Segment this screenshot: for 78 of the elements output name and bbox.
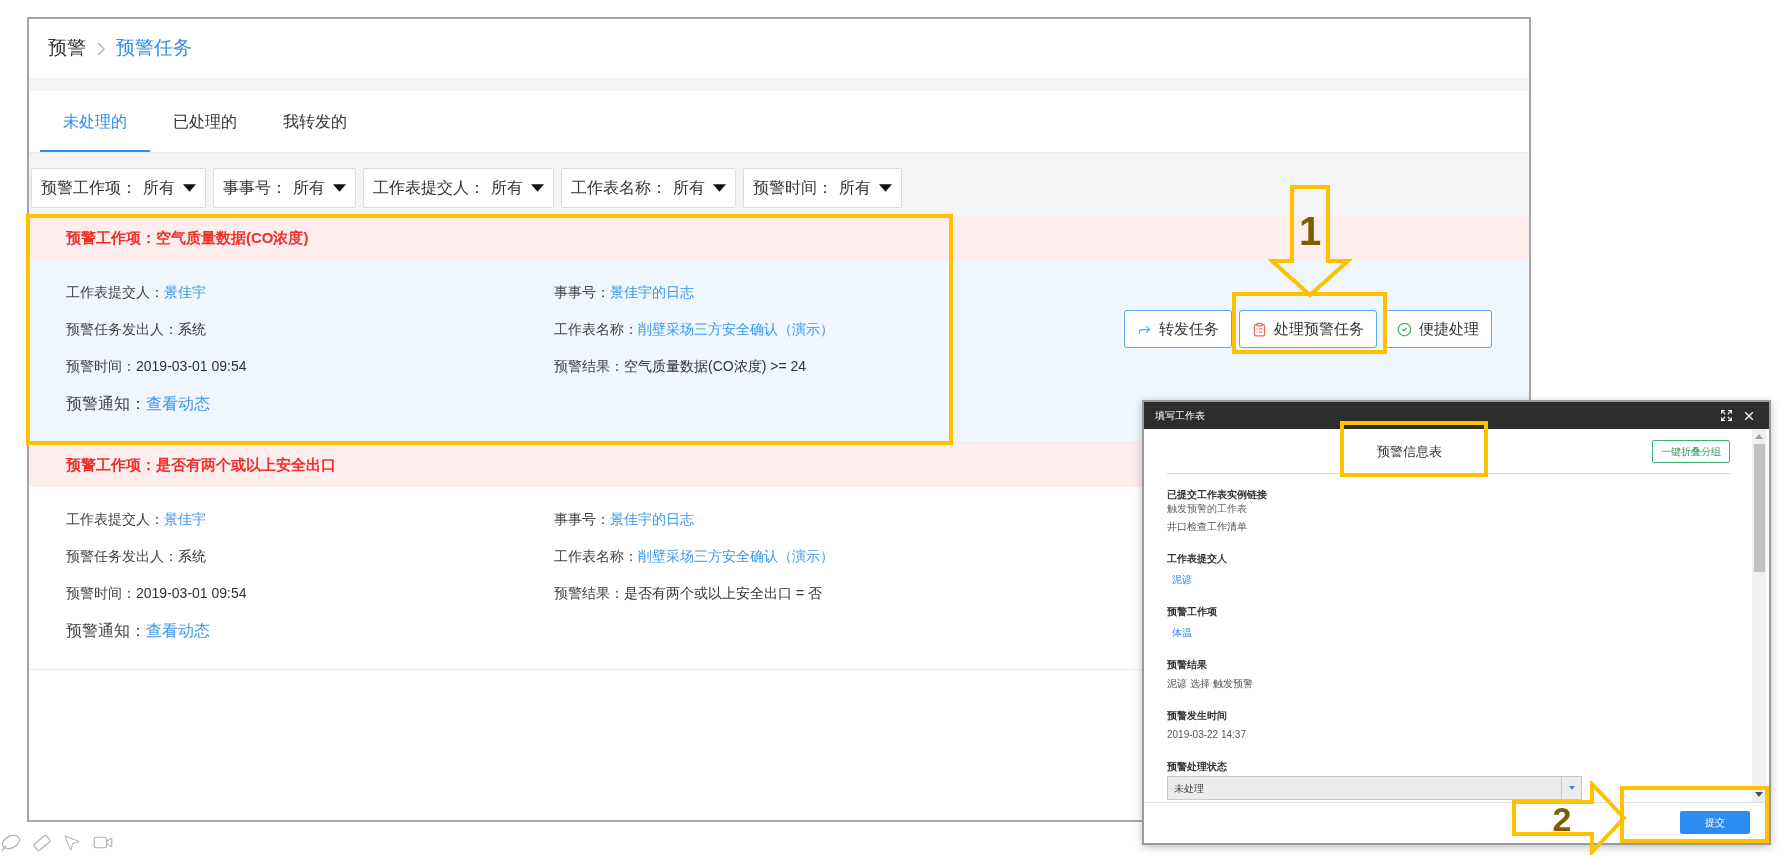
field-label: 事事号： [554,283,610,302]
expand-icon[interactable] [1720,409,1733,422]
filter-dropdown[interactable]: 预警工作项： 所有 [31,168,206,208]
link[interactable]: 削壁采场三方安全确认（演示） [638,546,834,567]
action-button[interactable]: 转发任务 [1124,310,1232,348]
step-number: 2 [1552,802,1572,836]
field-label: 工作表提交人： [66,510,164,529]
form-heading: 预警信息表 [1377,442,1442,461]
action-button[interactable]: 处理预警任务 [1239,310,1377,348]
breadcrumb-current: 预警任务 [116,36,192,61]
section-label: 预警发生时间 [1167,709,1228,723]
link[interactable]: 泥谚 [1172,574,1192,585]
field-label: 预警结果： [554,357,624,376]
field-value: 2019-03-01 09:54 [136,584,247,603]
clipboard-icon [1252,321,1267,337]
action-button[interactable]: 便捷处理 [1384,310,1492,348]
field-label: 预警结果： [554,584,624,603]
section-label: 已提交工作表实例链接 [1167,488,1268,502]
filter-dropdown[interactable]: 工作表提交人： 所有 [363,168,554,208]
step-number: 1 [1298,211,1322,251]
field-value: 是否有两个或以上安全出口 = 否 [624,584,822,603]
scroll-up-arrow-icon[interactable] [1755,434,1763,439]
submit-button[interactable]: 提交 [1680,811,1750,834]
field-label: 预警通知： [66,620,146,641]
tab[interactable]: 未处理的 [40,91,150,152]
pointer-icon[interactable] [62,833,81,852]
link[interactable]: 体温 [1172,627,1192,638]
field-label: 预警时间： [66,584,136,603]
link[interactable]: 查看动态 [146,618,210,643]
caret-down-icon [879,184,892,192]
field-value: 泥谚 选择 触发预警 [1167,677,1254,691]
tab[interactable]: 已处理的 [150,91,260,152]
scrollbar-thumb[interactable] [1753,444,1765,572]
field-label: 预警时间： [66,357,136,376]
caret-down-icon [1568,786,1575,790]
alert-title: 预警工作项：空气质量数据(CO浓度) [66,227,309,248]
filter-dropdown[interactable]: 预警时间： 所有 [743,168,902,208]
field-value: 2019-03-22 14:37 [1167,728,1247,742]
link[interactable]: 景佳宇 [164,282,206,303]
filter-dropdown[interactable]: 事事号： 所有 [213,168,356,208]
eraser-icon[interactable] [31,833,52,852]
field-label: 预警任务发出人： [66,547,178,566]
section-label: 预警工作项 [1167,605,1218,619]
field-description: 触发预警的工作表 [1167,502,1248,516]
field-value: 井口检查工作清单 [1167,520,1248,534]
section-label: 预警结果 [1167,658,1208,672]
link[interactable]: 景佳宇 [164,509,206,530]
link[interactable]: 削壁采场三方安全确认（演示） [638,319,834,340]
field-label: 工作表名称： [554,320,638,339]
field-value: 空气质量数据(CO浓度) >= 24 [624,357,807,376]
alert-title: 预警工作项：是否有两个或以上安全出口 [66,454,336,475]
section-label: 预警处理状态 [1167,760,1228,774]
caret-down-icon [531,184,544,192]
link[interactable]: 查看动态 [146,391,210,416]
field-label: 预警任务发出人： [66,320,178,339]
link[interactable]: 景佳宇的日志 [610,282,694,303]
tab[interactable]: 我转发的 [260,91,370,152]
caret-down-icon [183,184,196,192]
field-label: 事事号： [554,510,610,529]
scroll-down-arrow-icon[interactable] [1755,792,1763,797]
field-label: 工作表名称： [554,547,638,566]
filter-dropdown[interactable]: 工作表名称： 所有 [561,168,736,208]
field-value: 2019-03-01 09:54 [136,357,247,376]
chevron-right-icon [97,41,105,56]
field-label: 工作表提交人： [66,283,164,302]
lasso-icon[interactable] [0,833,21,852]
status-select[interactable]: 未处理 [1167,776,1582,800]
field-value: 系统 [178,320,206,339]
collapse-groups-button[interactable]: 一键折叠分组 [1652,440,1730,463]
field-label: 预警通知： [66,393,146,414]
link[interactable]: 景佳宇的日志 [610,509,694,530]
breadcrumb-link[interactable]: 预警 [48,34,86,63]
section-label: 工作表提交人 [1167,552,1228,566]
check-circle-icon [1397,321,1412,337]
field-value: 系统 [178,547,206,566]
dialog-title: 填写工作表 [1155,409,1206,423]
caret-down-icon [333,184,346,192]
caret-down-icon [713,184,726,192]
